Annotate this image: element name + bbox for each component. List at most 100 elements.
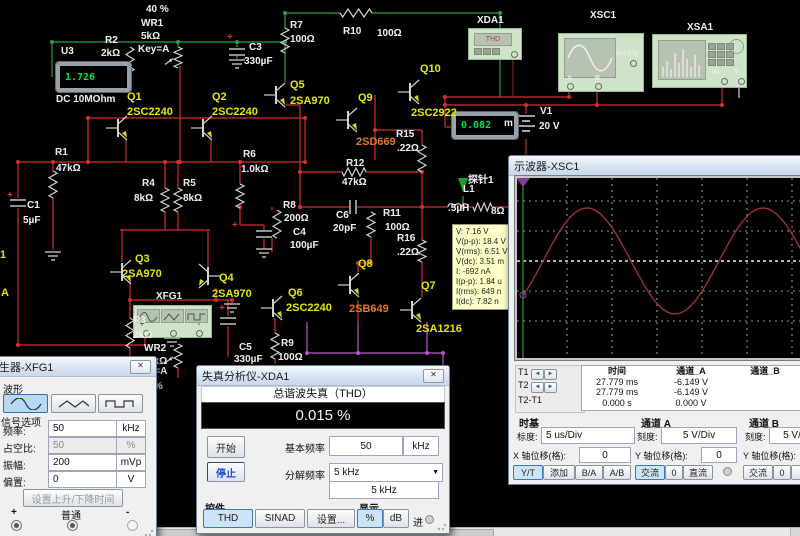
t2-left-button[interactable]: ◄ — [531, 382, 544, 393]
start-button[interactable]: 开始 — [207, 436, 245, 458]
chb-ac-button[interactable]: 交流 — [743, 465, 773, 480]
spectrum-analyzer-icon[interactable]: IN T — [652, 34, 747, 88]
amplitude-unit[interactable]: mVp — [116, 454, 146, 471]
distortion-analyzer-window[interactable]: 失真分析仪-XDA1 ✕ 总谐波失真（THD） 0.015 % 开始 停止 基本… — [196, 365, 450, 534]
minus-terminal[interactable] — [127, 520, 138, 531]
cha-ypos-value[interactable]: 0 — [701, 447, 737, 463]
thd-button[interactable]: THD — [203, 509, 253, 528]
xfg1-common-terminal — [170, 330, 177, 337]
circuit-label: 100Ω — [385, 223, 410, 233]
fgen-titlebar[interactable]: 函数发生器-XFG1 ✕ — [0, 357, 156, 377]
chb-zero-button[interactable]: 0 — [773, 465, 791, 480]
circuit-label: R3 — [133, 316, 146, 326]
frequency-label: 频率: — [3, 423, 26, 438]
circuit-label: L1 — [463, 185, 475, 195]
sinad-button[interactable]: SINAD — [255, 509, 305, 528]
ab-button[interactable]: A/B — [603, 465, 631, 480]
circuit-label: 2SD669 — [356, 137, 396, 148]
circuit-label: 20 V — [539, 122, 560, 132]
multimeter-u3-value: 1.726 — [65, 72, 95, 83]
circuit-label: 100Ω — [278, 353, 303, 363]
multimeter-u3[interactable]: 1.726 — [56, 62, 131, 92]
oscilloscope-titlebar[interactable]: 示波器-XSC1 — [509, 156, 800, 176]
close-icon[interactable]: ✕ — [130, 360, 151, 374]
cha-dc-button[interactable]: 直流 — [683, 465, 713, 480]
chevron-down-icon[interactable]: ▼ — [432, 469, 442, 476]
circuit-label: .22Ω — [397, 248, 419, 258]
stop-button[interactable]: 停止 — [207, 462, 245, 482]
circuit-label: Key=A — [138, 45, 169, 55]
t1-left-button[interactable]: ◄ — [531, 369, 544, 380]
xpos-value[interactable]: 0 — [579, 447, 631, 463]
circuit-label: 2SB649 — [349, 304, 389, 315]
circuit-label: WR2 — [144, 344, 166, 354]
duty-label: 占空比: — [3, 440, 36, 455]
sine-wave-button[interactable] — [3, 394, 48, 413]
ba-button[interactable]: B/A — [575, 465, 603, 480]
cursor-dt-label: T2-T1 — [518, 395, 582, 405]
circuit-label: R9 — [281, 339, 294, 349]
yt-button[interactable]: Y/T — [513, 465, 543, 480]
xsc1-b-terminal — [595, 83, 602, 90]
percent-button[interactable]: % — [357, 509, 383, 528]
circuit-label: Q6 — [288, 288, 303, 299]
resolution-list-item[interactable]: 5 kHz — [329, 481, 439, 499]
timebase-scale-label: 标度: — [517, 430, 538, 443]
timebase-value[interactable]: 5 us/Div — [541, 427, 635, 444]
xfg1-minus-terminal — [196, 330, 203, 337]
analyzer-led — [425, 515, 434, 524]
cha-zero-button[interactable]: 0 — [665, 465, 683, 480]
circuit-label: 2SC2922 — [411, 108, 457, 119]
close-icon[interactable]: ✕ — [423, 369, 444, 383]
chb-scale-value[interactable]: 5 V/ — [769, 427, 800, 444]
resize-grip[interactable] — [144, 527, 154, 536]
circuit-label: Q2 — [212, 92, 227, 103]
circuit-label: Q5 — [290, 80, 305, 91]
plus-terminal[interactable] — [11, 520, 22, 531]
add-button[interactable]: 添加 — [543, 465, 575, 480]
xsc1-b-label: B — [595, 75, 600, 82]
rise-time-button[interactable]: 设置上升/下降时间 — [23, 489, 123, 507]
cha-scale-value[interactable]: 5 V/Div — [661, 427, 737, 444]
offset-label: 偏置: — [3, 474, 26, 489]
triangle-wave-button[interactable] — [51, 394, 96, 413]
circuit-label: DC 10MOhm — [56, 95, 115, 105]
circuit-label: U3 — [61, 47, 74, 57]
circuit-label: .5µH — [448, 204, 469, 214]
amplitude-value[interactable]: 200 — [48, 454, 120, 471]
circuit-label: Q3 — [135, 254, 150, 265]
circuit-label: 40 % — [146, 5, 169, 15]
oscilloscope-window[interactable]: 示波器-XSC1 T1 ◄► T2 ◄► T2-T1 时间 通道_A 通道_B … — [508, 155, 800, 485]
resolution-dropdown[interactable]: 5 kHz ▼ — [329, 463, 443, 482]
xda1-icon-button — [492, 48, 500, 55]
analyzer-titlebar[interactable]: 失真分析仪-XDA1 ✕ — [197, 366, 449, 386]
xda1-icon-screen: THD — [474, 33, 512, 46]
frequency-unit[interactable]: kHz — [116, 420, 146, 437]
oscilloscope-icon[interactable]: Ext Trig A B — [558, 33, 644, 92]
fundamental-unit: kHz — [403, 436, 439, 456]
function-generator-window[interactable]: 函数发生器-XFG1 ✕ 波形 信号选项 频率: 50 kHz 占空比: 50 … — [0, 356, 157, 536]
timebase-label: 时基 — [519, 415, 539, 430]
fundamental-value[interactable]: 50 — [329, 436, 403, 456]
circuit-label: .22Ω — [397, 144, 419, 154]
square-wave-button[interactable] — [98, 394, 143, 413]
circuit-label: C6 — [336, 211, 349, 221]
settings-button[interactable]: 设置... — [307, 509, 355, 528]
resize-grip[interactable] — [437, 521, 447, 531]
frequency-value[interactable]: 50 — [48, 420, 120, 437]
offset-unit[interactable]: V — [116, 471, 146, 488]
t2-right-button[interactable]: ► — [544, 382, 557, 393]
cha-ac-button[interactable]: 交流 — [635, 465, 665, 480]
circuit-label: 2SA970 — [122, 269, 162, 280]
circuit-label: R5 — [183, 179, 196, 189]
distortion-analyzer-icon[interactable]: THD — [468, 28, 522, 60]
minus-terminal-label: - — [126, 507, 129, 518]
probe-tooltip-line: V(dc): 3.51 m — [456, 257, 516, 267]
amplitude-label: 振幅: — [3, 457, 26, 472]
common-terminal[interactable] — [67, 520, 78, 531]
t1-right-button[interactable]: ► — [544, 369, 557, 380]
scrollbar-corner — [790, 528, 800, 536]
offset-value[interactable]: 0 — [48, 471, 120, 488]
chb-dc-button[interactable]: 直 — [791, 465, 800, 480]
db-button[interactable]: dB — [383, 509, 409, 528]
